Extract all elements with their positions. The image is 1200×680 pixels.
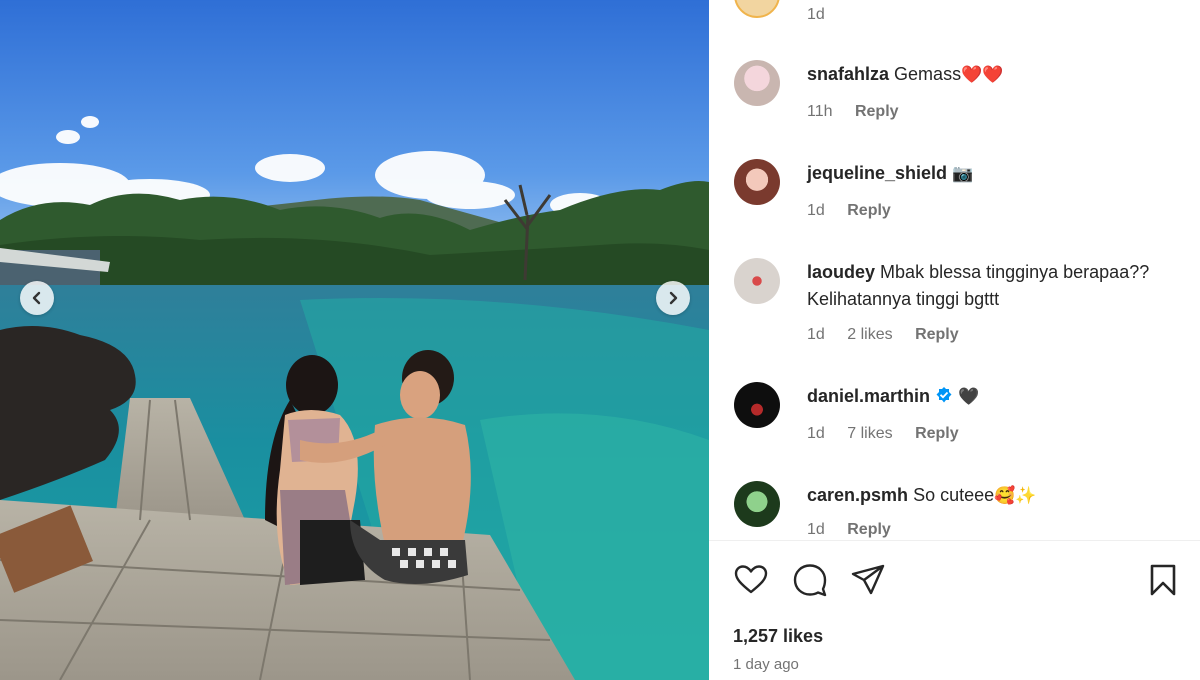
likes-count[interactable]: 1,257 likes [733,626,823,647]
comment-time: 1d [807,326,825,343]
comment-time: 1d [807,521,825,538]
post-image [0,0,709,680]
comment-username[interactable]: laoudey [807,262,875,282]
comment-body: Gemass [894,64,962,84]
comment-meta: 1d Reply [807,202,909,220]
comment-username[interactable]: caren.psmh [807,485,908,505]
reply-button[interactable]: Reply [915,425,959,442]
avatar[interactable] [734,258,780,304]
comment-time: 11h [807,103,833,120]
bookmark-icon[interactable] [1145,562,1181,598]
comment-likes[interactable]: 7 likes [847,425,892,442]
avatar[interactable] [734,60,780,106]
comment-text: jequeline_shield 📷 [807,160,1187,187]
avatar[interactable] [734,159,780,205]
comment-meta: 11h Reply [807,103,917,121]
comment-username[interactable]: snafahlza [807,64,889,84]
comment-text: caren.psmh So cuteee🥰✨ [807,482,1187,509]
comment-username[interactable]: jequeline_shield [807,163,947,183]
comment-meta: 1d [807,6,843,24]
reply-button[interactable]: Reply [847,521,891,538]
reply-button[interactable]: Reply [855,103,899,120]
camera-emoji-icon: 📷 [952,164,974,183]
comment-meta: 1d Reply [807,521,909,539]
smiling-emoji-icon: 🥰✨ [994,486,1037,505]
previous-photo-button[interactable] [20,281,54,315]
reply-button[interactable]: Reply [915,326,959,343]
comment-text: snafahlza Gemass❤️❤️ [807,61,1187,88]
comment-time: 1d [807,202,825,219]
verified-badge-icon [936,387,952,403]
comment-text: laoudey Mbak blessa tingginya berapaa?? … [807,259,1187,313]
avatar[interactable] [734,481,780,527]
send-icon[interactable] [850,562,886,598]
comments-list[interactable]: 1d snafahlza Gemass❤️❤️ 11h Reply jequel… [709,0,1200,540]
next-photo-button[interactable] [656,281,690,315]
heart-emoji-icon: ❤️❤️ [961,65,1004,84]
chevron-left-icon [32,291,41,305]
comment-meta: 1d 2 likes Reply [807,326,977,344]
comment-text: daniel.marthin 🖤 [807,383,1187,410]
heart-icon[interactable] [733,562,769,598]
comment-body: So cuteee [913,485,995,505]
divider [709,540,1200,541]
post-timestamp: 1 day ago [733,656,799,673]
comment-time: 1d [807,425,825,442]
comment-meta: 1d 7 likes Reply [807,425,977,443]
reply-button[interactable]: Reply [847,202,891,219]
comment-time: 1d [807,6,825,23]
avatar[interactable] [734,382,780,428]
post-side-panel: 1d snafahlza Gemass❤️❤️ 11h Reply jequel… [709,0,1200,680]
chevron-right-icon [669,291,678,305]
comment-icon[interactable] [792,562,828,598]
black-heart-emoji-icon: 🖤 [958,387,980,406]
post-photo [0,0,709,680]
avatar[interactable] [734,0,780,18]
comment-username[interactable]: daniel.marthin [807,386,930,406]
comment-likes[interactable]: 2 likes [847,326,892,343]
post-actions [709,560,1200,602]
